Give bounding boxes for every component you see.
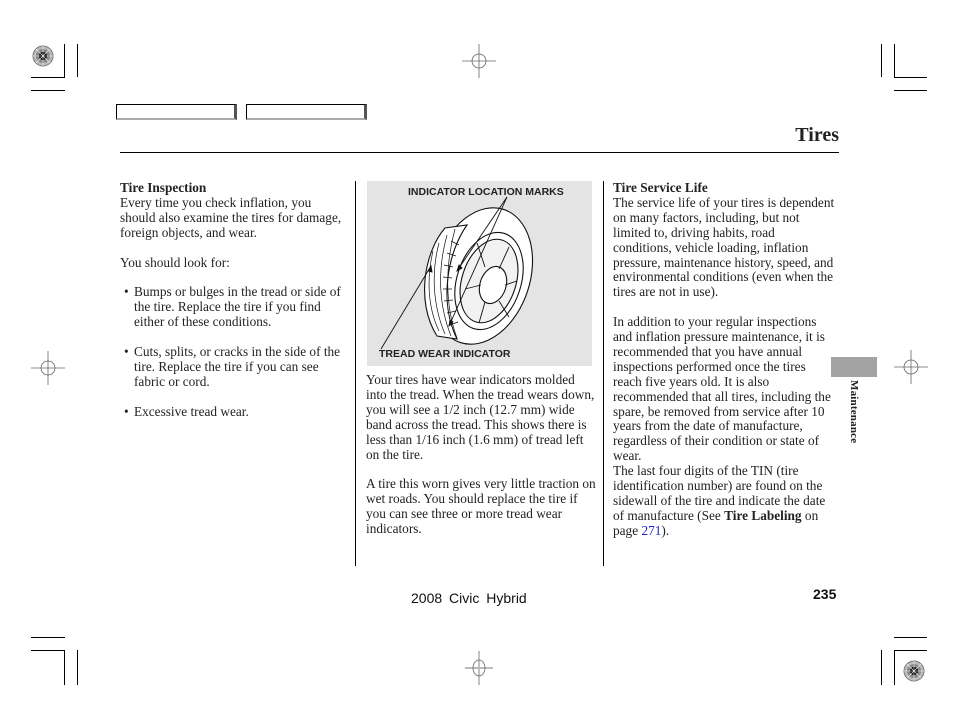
tire-drawing <box>380 196 534 350</box>
crop-mark <box>894 650 895 685</box>
inspection-intro: Every time you check inflation, you shou… <box>120 194 342 240</box>
section-side-tab[interactable] <box>831 357 877 377</box>
column-divider-left <box>355 181 356 566</box>
crop-mark <box>894 90 927 91</box>
inspection-bullet-list: Bumps or bulges in the tread or side of … <box>120 284 350 420</box>
service-life-paragraph: The service life of your tires is depend… <box>613 194 835 300</box>
right-column: Tire Service Life The service life of yo… <box>613 180 835 539</box>
crop-mark <box>64 44 65 77</box>
page-title: Tires <box>795 124 839 146</box>
bullet-item: Cuts, splits, or cracks in the side of t… <box>120 344 350 390</box>
crop-mark <box>894 77 927 78</box>
header-tab-box-1 <box>116 104 237 120</box>
crosshair-right-icon <box>894 350 928 384</box>
crop-mark <box>881 650 882 685</box>
column-divider-right <box>603 181 604 566</box>
page-number: 235 <box>813 586 837 602</box>
crop-mark <box>894 637 927 638</box>
annual-inspection-paragraph: In addition to your regular inspections … <box>613 314 831 464</box>
crop-mark <box>31 90 65 91</box>
traction-paragraph: A tire this worn gives very little tract… <box>366 476 596 537</box>
crop-mark <box>894 650 927 651</box>
crop-mark <box>31 650 65 651</box>
crosshair-bottom-icon <box>462 651 496 685</box>
tire-illustration: INDICATOR LOCATION MARKS TREAD WEAR INDI… <box>367 181 592 366</box>
left-column: Tire Inspection Every time you check inf… <box>120 180 350 434</box>
page-link-271[interactable]: 271 <box>641 523 661 538</box>
crop-mark <box>77 44 78 77</box>
section-heading-tire-service-life: Tire Service Life <box>613 180 708 195</box>
crosshair-top-icon <box>462 44 496 78</box>
crop-mark <box>881 44 882 77</box>
tin-paragraph: The last four digits of the TIN (tire id… <box>613 463 835 539</box>
figure-label-tread-wear-indicator: TREAD WEAR INDICATOR <box>379 348 511 360</box>
bullet-item: Excessive tread wear. <box>120 404 350 420</box>
section-heading-tire-inspection: Tire Inspection <box>120 180 207 195</box>
tin-text-end: ). <box>661 522 670 538</box>
section-side-label: Maintenance <box>848 380 860 444</box>
header-tab-box-2 <box>246 104 367 120</box>
tire-labeling-ref: Tire Labeling <box>724 507 802 523</box>
registration-seal-bottom-right <box>903 660 925 682</box>
crop-mark <box>31 77 65 78</box>
crop-mark <box>77 650 78 685</box>
registration-seal-top-left <box>32 45 54 67</box>
middle-column-text: Your tires have wear indicators molded i… <box>366 372 596 552</box>
crop-mark <box>64 650 65 685</box>
bullet-item: Bumps or bulges in the tread or side of … <box>120 284 350 330</box>
inspection-lead: You should look for: <box>120 254 230 270</box>
wear-indicator-paragraph: Your tires have wear indicators molded i… <box>366 372 595 462</box>
title-rule <box>120 152 839 153</box>
crop-mark <box>894 44 895 77</box>
footer-model-name: 2008 Civic Hybrid <box>411 590 527 606</box>
crop-mark <box>31 637 65 638</box>
crosshair-left-icon <box>31 351 65 385</box>
